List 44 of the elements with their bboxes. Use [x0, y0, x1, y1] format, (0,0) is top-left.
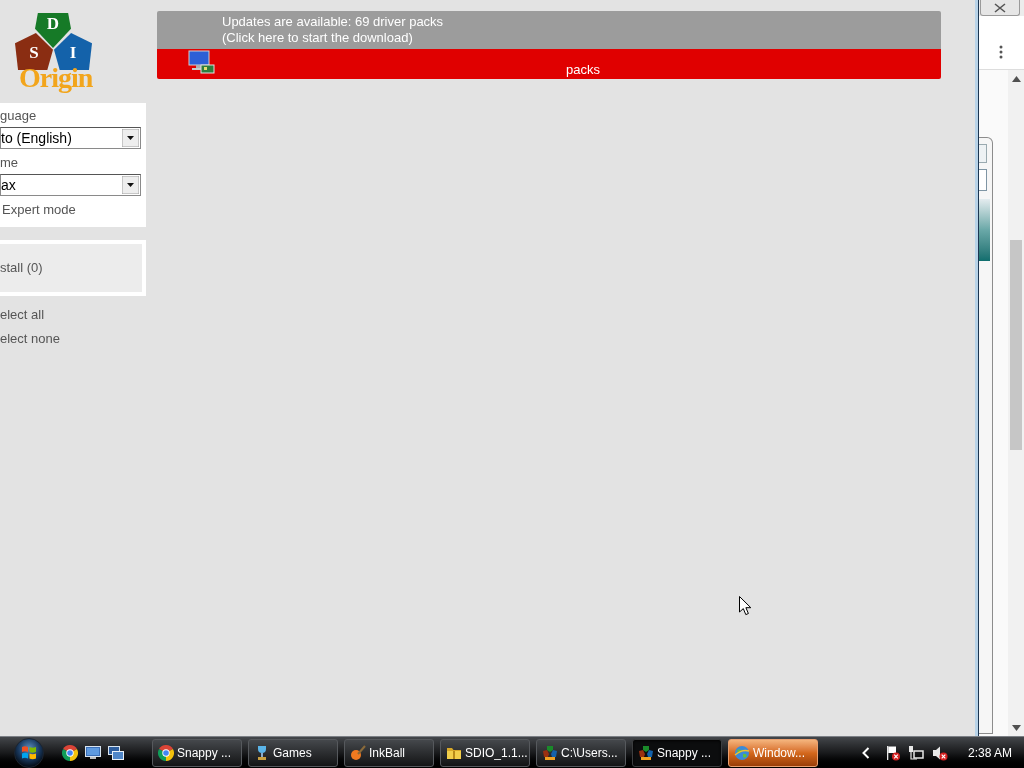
taskbar-button[interactable]: Snappy ... — [632, 738, 722, 767]
scroll-down-icon[interactable] — [1011, 725, 1021, 731]
flag-alert-icon[interactable] — [884, 744, 901, 761]
taskbar-button[interactable]: C:\Users... — [536, 738, 626, 767]
caret-icon[interactable] — [122, 176, 139, 194]
logo-icon — [638, 744, 654, 761]
taskbar-button[interactable]: InkBall — [344, 738, 434, 767]
scroll-up-icon[interactable] — [1011, 76, 1021, 82]
start-button[interactable] — [14, 737, 44, 768]
taskbar-button[interactable]: Window... — [728, 738, 818, 767]
speaker-muted-icon[interactable] — [931, 744, 948, 761]
gradient-strip — [979, 199, 990, 261]
monitor-icon — [188, 50, 215, 74]
logo-tile: S — [15, 33, 53, 70]
cursor-icon — [739, 596, 752, 616]
dropdown[interactable]: ax — [0, 174, 141, 196]
expert-mode-label[interactable]: Expert mode — [0, 202, 146, 218]
dropdown[interactable]: to (English) — [0, 127, 141, 149]
stacked-windows-icon[interactable] — [108, 744, 124, 761]
scrollbar-thumb[interactable] — [1010, 240, 1022, 450]
close-button[interactable] — [980, 0, 1020, 16]
select-link[interactable]: elect all — [0, 307, 146, 323]
field-label: me — [0, 155, 20, 171]
taskbar-button[interactable]: SDIO_1.1... — [440, 738, 530, 767]
browser-icon[interactable] — [62, 744, 78, 761]
taskbar-button[interactable]: Snappy ... — [152, 738, 242, 767]
caret-icon[interactable] — [122, 129, 139, 147]
taskbar-button[interactable]: Games — [248, 738, 338, 767]
device-row[interactable]: packs — [157, 49, 941, 79]
network-icon[interactable] — [907, 744, 924, 761]
browser-icon — [158, 744, 174, 761]
install-button[interactable]: stall (0) — [0, 244, 142, 292]
taskbar-clock[interactable]: 2:38 AM — [967, 744, 1012, 761]
globe-icon — [734, 744, 750, 761]
more-options-icon[interactable] — [999, 45, 1003, 59]
ball-and-pen-icon — [350, 744, 366, 761]
select-link[interactable]: elect none — [0, 331, 146, 347]
device-status-text: packs — [566, 62, 600, 78]
field-label: guage — [0, 108, 38, 124]
logo-icon — [542, 744, 558, 761]
close-icon[interactable] — [994, 2, 1006, 13]
desktop-icon[interactable] — [85, 744, 101, 761]
chevron-icon[interactable] — [861, 746, 870, 759]
scrollbar[interactable] — [1008, 70, 1024, 736]
